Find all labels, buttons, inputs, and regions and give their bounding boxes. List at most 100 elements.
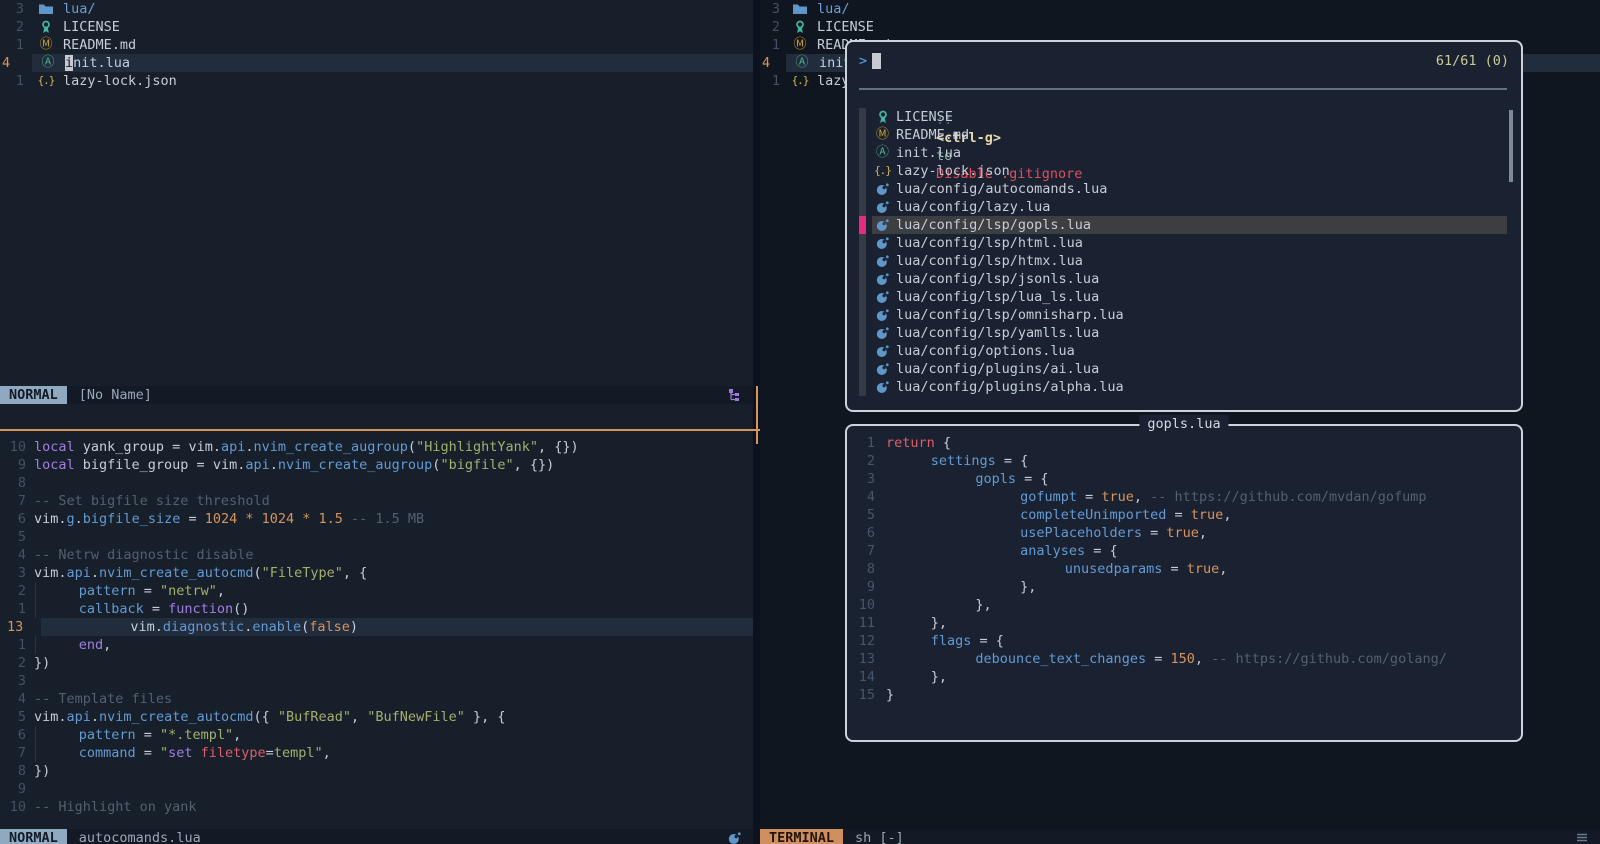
code-line[interactable]: 1callback = function() <box>0 600 753 618</box>
lua-icon <box>875 183 890 196</box>
code-token: nvim_create_autocmd <box>99 709 253 725</box>
code-token: = <box>1077 489 1101 505</box>
code-line[interactable]: 3 <box>0 672 753 690</box>
code-line[interactable]: 8}) <box>0 762 753 780</box>
code-line[interactable]: 9 <box>0 780 753 798</box>
file-row[interactable]: 1{.}lazy-lock.json <box>0 72 753 90</box>
line-number: 7 <box>0 492 34 510</box>
statusline-terminal: TERMINAL sh [-] <box>760 829 1600 844</box>
preview-popup: gopls.lua 1return {2settings = {3gopls =… <box>845 424 1523 742</box>
code-token: , { <box>343 565 367 581</box>
code-token: usePlaceholders <box>1020 525 1142 541</box>
code-token: -- 1.5 MB <box>343 511 424 527</box>
line-number: 13 <box>0 618 41 636</box>
line-number: 2 <box>0 582 34 600</box>
list-item[interactable]: lua/config/lsp/jsonls.lua <box>872 270 1507 288</box>
result-file-name: lua/config/lsp/yamlls.lua <box>896 324 1099 342</box>
line-number: 3 <box>851 470 875 488</box>
list-item[interactable]: lua/config/plugins/alpha.lua <box>872 378 1507 396</box>
code-token: -- https://github.com/golang/ <box>1203 651 1447 667</box>
list-icon <box>1576 832 1588 844</box>
list-item[interactable]: lua/config/lsp/lua_ls.lua <box>872 288 1507 306</box>
result-file-name: lazy-lock.json <box>896 162 1010 180</box>
code-token: = { <box>1016 471 1049 487</box>
code-line[interactable]: 8 <box>0 474 753 492</box>
code-token: -- Template files <box>34 691 172 707</box>
list-item[interactable]: lua/config/lazy.lua <box>872 198 1507 216</box>
picker-scrollbar[interactable] <box>1509 110 1513 182</box>
code-line[interactable]: 10-- Highlight on yank <box>0 798 753 816</box>
preview-line: 8unusedparams = true, <box>847 560 1521 578</box>
lua-icon <box>875 309 890 322</box>
line-number: 6 <box>851 524 875 542</box>
picker-results: LICENSEⓂREADME.mdⒶinit.lua{.}lazy-lock.j… <box>847 108 1521 396</box>
list-item[interactable]: ⓂREADME.md <box>872 126 1507 144</box>
code-token: ({ <box>253 709 277 725</box>
code-token: diagnostic <box>163 619 244 635</box>
list-item[interactable]: lua/config/lsp/htmx.lua <box>872 252 1507 270</box>
file-name: LICENSE <box>63 18 120 36</box>
code-token: = <box>136 583 160 599</box>
list-item[interactable]: lua/config/autocomands.lua <box>872 180 1507 198</box>
code-line[interactable]: 2}) <box>0 654 753 672</box>
file-row[interactable]: 2LICENSE <box>0 18 753 36</box>
line-number: 4 <box>0 54 32 72</box>
file-row[interactable]: 4Ⓐinit.lua <box>0 54 753 72</box>
window-separator[interactable] <box>753 0 760 844</box>
list-item[interactable]: {.}lazy-lock.json <box>872 162 1507 180</box>
code-line[interactable]: 6pattern = "*.templ", <box>0 726 753 744</box>
code-token: filetype <box>201 745 266 761</box>
list-item[interactable]: lua/config/lsp/html.lua <box>872 234 1507 252</box>
code-token: , <box>1134 489 1142 505</box>
code-token: true <box>1187 561 1220 577</box>
code-line[interactable]: 2pattern = "netrw", <box>0 582 753 600</box>
lua-icon <box>875 363 890 376</box>
search-prompt[interactable]: > 61/61 (0) <box>859 52 1509 70</box>
result-file-name: lua/config/plugins/alpha.lua <box>896 378 1124 396</box>
code-token: local <box>34 457 75 473</box>
code-line[interactable]: 7command = "set filetype=templ", <box>0 744 753 762</box>
code-line[interactable]: 9local bigfile_group = vim.api.nvim_crea… <box>0 456 753 474</box>
code-editor[interactable]: 10local yank_group = vim.api.nvim_create… <box>0 438 753 816</box>
list-item[interactable]: lua/config/options.lua <box>872 342 1507 360</box>
list-item[interactable]: lua/config/lsp/omnisharp.lua <box>872 306 1507 324</box>
code-token: , <box>1195 651 1203 667</box>
code-line[interactable]: 10local yank_group = vim.api.nvim_create… <box>0 438 753 456</box>
list-item[interactable]: lua/config/lsp/yamlls.lua <box>872 324 1507 342</box>
list-item[interactable]: lua/config/plugins/ai.lua <box>872 360 1507 378</box>
code-token: = <box>1162 561 1186 577</box>
file-row[interactable]: 3lua/ <box>760 0 1600 18</box>
code-token: , <box>1199 525 1207 541</box>
code-token: -- Netrw diagnostic disable <box>34 547 253 563</box>
code-line[interactable]: 5vim.api.nvim_create_autocmd({ "BufRead"… <box>0 708 753 726</box>
file-row[interactable]: 1ⓂREADME.md <box>0 36 753 54</box>
code-line[interactable]: 6vim.g.bigfile_size = 1024 * 1024 * 1.5 … <box>0 510 753 528</box>
list-item[interactable]: LICENSE <box>872 108 1507 126</box>
file-row[interactable]: 3lua/ <box>0 0 753 18</box>
list-item[interactable]: lua/config/lsp/gopls.lua <box>872 216 1507 234</box>
line-number: 8 <box>0 474 34 492</box>
code-line[interactable]: 4-- Netrw diagnostic disable <box>0 546 753 564</box>
line-number: 1 <box>851 434 875 452</box>
result-file-name: lua/config/lsp/html.lua <box>896 234 1083 252</box>
code-line[interactable]: 7-- Set bigfile size threshold <box>0 492 753 510</box>
code-token: -- Highlight on yank <box>34 799 197 815</box>
code-line[interactable]: 1end, <box>0 636 753 654</box>
file-row[interactable]: 2LICENSE <box>760 18 1600 36</box>
result-file-name: lua/config/options.lua <box>896 342 1075 360</box>
line-number: 10 <box>851 596 875 614</box>
code-line[interactable]: 13vim.diagnostic.enable(false) <box>0 618 753 636</box>
line-number: 8 <box>0 762 34 780</box>
code-line[interactable]: 3vim.api.nvim_create_autocmd("FileType",… <box>0 564 753 582</box>
code-token: vim. <box>130 619 163 635</box>
code-token: , <box>217 583 225 599</box>
lua-icon <box>875 345 890 358</box>
code-line[interactable]: 5 <box>0 528 753 546</box>
code-token: ( <box>253 565 261 581</box>
buffer-name: sh [-] <box>855 829 904 844</box>
code-token: = <box>266 745 274 761</box>
list-item[interactable]: Ⓐinit.lua <box>872 144 1507 162</box>
code-line[interactable]: 4-- Template files <box>0 690 753 708</box>
code-token: , {}) <box>538 439 579 455</box>
line-number: 8 <box>851 560 875 578</box>
